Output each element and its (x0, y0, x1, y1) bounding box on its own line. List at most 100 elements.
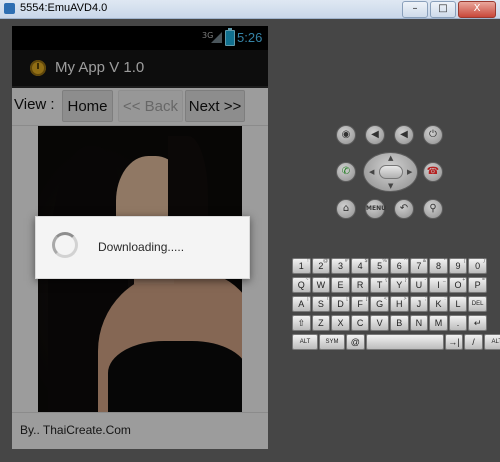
key-alt-label: - (424, 277, 427, 283)
key[interactable]: ⇧ (292, 315, 311, 331)
key-alt-label: } (404, 277, 407, 283)
key-label: G (376, 299, 384, 309)
key-alt-label: ` (365, 277, 368, 283)
key-label: →| (448, 337, 460, 347)
key-label: 0 (475, 261, 481, 271)
home-icon: ⌂ (342, 203, 350, 214)
window-controls: – □ X (402, 1, 496, 18)
key[interactable]: 6 ^ (389, 258, 409, 274)
key-label: ALT (299, 339, 311, 345)
key[interactable]: / (464, 334, 483, 350)
key-alt-label: ] (365, 296, 368, 302)
key[interactable]: H > (389, 296, 409, 312)
call-button[interactable]: ✆ (336, 162, 356, 182)
key[interactable]: S \ (311, 296, 331, 312)
key[interactable]: DEL (468, 296, 487, 312)
key[interactable]: 1! (292, 258, 311, 274)
key-alt-label: = (482, 277, 485, 283)
key[interactable]: C (350, 315, 370, 331)
key-alt-label: ^ (404, 258, 407, 264)
key[interactable]: V (370, 315, 389, 331)
key-alt-label: : (444, 296, 446, 302)
home-hw-button[interactable]: ⌂ (336, 199, 356, 219)
key[interactable]: F] (350, 296, 370, 312)
key[interactable]: 4 $ (350, 258, 370, 274)
key[interactable]: @ (346, 334, 365, 350)
key[interactable]: 8 * (429, 258, 448, 274)
progress-message: Downloading..... (98, 240, 185, 254)
key[interactable]: SYM (319, 334, 345, 350)
key[interactable]: 3 # (331, 258, 350, 274)
key[interactable]: Q ~ (292, 277, 311, 293)
dpad-up-icon[interactable]: ▲ (388, 154, 393, 162)
close-button[interactable]: X (458, 1, 496, 18)
key[interactable]: R ` (350, 277, 370, 293)
key[interactable]: 5% (370, 258, 389, 274)
key-label: N (415, 318, 423, 328)
key-label: . (456, 318, 460, 328)
key[interactable]: P = (468, 277, 487, 293)
dpad-down-icon[interactable]: ▼ (388, 182, 393, 190)
key-label: T (376, 280, 383, 290)
key[interactable]: M (429, 315, 448, 331)
key[interactable]: . (448, 315, 468, 331)
volume-down-button[interactable]: ◀ (365, 125, 385, 145)
key[interactable]: →| (444, 334, 464, 350)
minimize-button[interactable]: – (402, 1, 428, 18)
key[interactable]: U- (409, 277, 429, 293)
key[interactable]: Y} (389, 277, 409, 293)
volume-up-button[interactable]: ◀ (394, 125, 414, 145)
key[interactable]: I _ (429, 277, 448, 293)
key[interactable]: L " (448, 296, 468, 312)
key-label: SYM (325, 339, 339, 345)
key[interactable]: 9( (448, 258, 468, 274)
key-label: 9 (455, 261, 461, 271)
end-call-button[interactable]: ☎ (423, 162, 443, 182)
key[interactable]: ↵ (468, 315, 487, 331)
key[interactable]: ALT (292, 334, 318, 350)
key-alt-label: & (422, 258, 427, 264)
power-button[interactable]: ⏻ (423, 125, 443, 145)
key[interactable]: N (409, 315, 429, 331)
progress-dialog: Downloading..... (35, 216, 250, 279)
key-label: P (474, 280, 481, 290)
key[interactable] (365, 334, 444, 350)
key-label: 3 (337, 261, 343, 271)
dpad-right-icon[interactable]: ▶ (407, 168, 412, 176)
key-alt-label: ' (346, 277, 348, 283)
key[interactable]: 7 & (409, 258, 429, 274)
maximize-button[interactable]: □ (430, 1, 456, 18)
key[interactable]: ALT (483, 334, 500, 350)
dpad-center-button[interactable] (379, 165, 403, 179)
key[interactable]: G < (370, 296, 389, 312)
search-hw-button[interactable]: ⚲ (423, 199, 443, 219)
key-label: M (434, 318, 443, 328)
key[interactable]: 0) (468, 258, 487, 274)
key[interactable]: 2 @ (311, 258, 331, 274)
key-label: B (396, 318, 403, 328)
key-label: S (317, 299, 324, 309)
key[interactable]: D[ (331, 296, 350, 312)
key[interactable]: K: (429, 296, 448, 312)
key[interactable]: W " (311, 277, 331, 293)
key-alt-label: [ (346, 296, 348, 302)
key-label: C (356, 318, 364, 328)
dpad-left-icon[interactable]: ◀ (369, 168, 374, 176)
key[interactable]: T{ (370, 277, 389, 293)
back-hw-button[interactable]: ↶ (394, 199, 414, 219)
key[interactable]: A | (292, 296, 311, 312)
menu-hw-button[interactable]: MENU (365, 199, 386, 219)
key[interactable]: X (331, 315, 350, 331)
key[interactable]: O + (448, 277, 468, 293)
key-label: Z (318, 318, 324, 328)
camera-button[interactable]: ◉ (336, 125, 356, 145)
key-label: 6 (396, 261, 402, 271)
key[interactable]: Z (311, 315, 331, 331)
window-title: 5554:EmuAVD4.0 (20, 2, 108, 14)
key[interactable]: E ' (331, 277, 350, 293)
key[interactable]: B (389, 315, 409, 331)
dpad[interactable]: ▲ ▼ ◀ ▶ (363, 152, 418, 192)
key[interactable]: J; (409, 296, 429, 312)
power-icon: ⏻ (429, 129, 437, 140)
key-alt-label: ( (463, 258, 466, 264)
